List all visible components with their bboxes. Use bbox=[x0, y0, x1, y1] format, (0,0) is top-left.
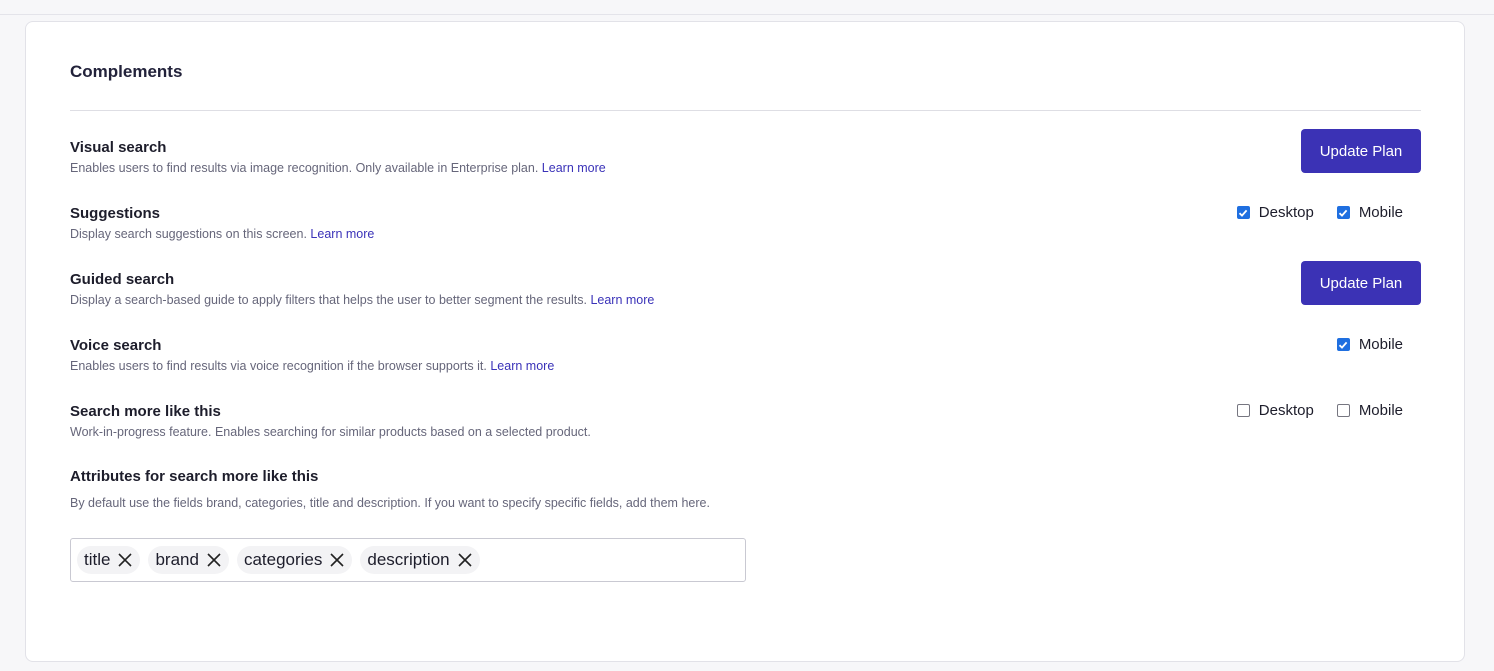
suggestions-mobile-checkbox[interactable] bbox=[1336, 206, 1350, 219]
attributes-description: By default use the fields brand, categor… bbox=[70, 496, 710, 510]
section-title: Complements bbox=[70, 62, 183, 81]
check-icon bbox=[1339, 341, 1348, 349]
remove-tag-icon[interactable] bbox=[456, 551, 474, 569]
suggestions-row: Suggestions Display search suggestions o… bbox=[70, 204, 1421, 255]
voice-search-mobile-checkbox[interactable] bbox=[1336, 338, 1350, 351]
suggestions-mobile-option[interactable]: Mobile bbox=[1336, 204, 1403, 221]
search-more-like-this-mobile-label: Mobile bbox=[1358, 402, 1403, 419]
search-more-like-this-row: Search more like this Work-in-progress f… bbox=[70, 402, 1421, 453]
divider bbox=[70, 110, 1421, 111]
search-more-like-this-desktop-label: Desktop bbox=[1258, 402, 1314, 419]
tag-chip: categories bbox=[236, 546, 353, 574]
tag-chip: description bbox=[360, 546, 480, 574]
tag-label: brand bbox=[155, 550, 199, 569]
search-more-like-this-description: Work-in-progress feature. Enables search… bbox=[70, 425, 591, 439]
suggestions-device-options: Desktop Mobile bbox=[1236, 204, 1403, 221]
guided-search-learn-more-link[interactable]: Learn more bbox=[590, 293, 654, 307]
remove-tag-icon[interactable] bbox=[205, 551, 223, 569]
voice-search-title: Voice search bbox=[70, 337, 162, 354]
attributes-tag-input[interactable]: title brand categories description bbox=[70, 538, 746, 582]
suggestions-desktop-checkbox[interactable] bbox=[1236, 206, 1250, 219]
visual-search-update-plan-button[interactable]: Update Plan bbox=[1301, 129, 1421, 173]
voice-search-learn-more-link[interactable]: Learn more bbox=[490, 359, 554, 373]
tag-label: description bbox=[367, 550, 450, 569]
voice-search-row: Voice search Enables users to find resul… bbox=[70, 336, 1421, 387]
top-bar bbox=[0, 0, 1494, 15]
suggestions-description: Display search suggestions on this scree… bbox=[70, 227, 375, 241]
tag-chip: title bbox=[77, 546, 141, 574]
guided-search-description: Display a search-based guide to apply fi… bbox=[70, 293, 655, 307]
search-more-like-this-desktop-checkbox[interactable] bbox=[1236, 404, 1250, 417]
search-more-like-this-mobile-checkbox[interactable] bbox=[1336, 404, 1350, 417]
suggestions-desktop-label: Desktop bbox=[1258, 204, 1314, 221]
voice-search-mobile-option[interactable]: Mobile bbox=[1336, 336, 1403, 353]
visual-search-row: Visual search Enables users to find resu… bbox=[70, 129, 1421, 189]
tag-label: title bbox=[84, 550, 111, 569]
visual-search-learn-more-link[interactable]: Learn more bbox=[542, 161, 606, 175]
attributes-title: Attributes for search more like this bbox=[70, 468, 319, 485]
guided-search-update-plan-button[interactable]: Update Plan bbox=[1301, 261, 1421, 305]
suggestions-title: Suggestions bbox=[70, 205, 161, 222]
search-more-like-this-mobile-option[interactable]: Mobile bbox=[1336, 402, 1403, 419]
voice-search-device-options: Mobile bbox=[1336, 336, 1403, 353]
tag-chip: brand bbox=[148, 546, 229, 574]
suggestions-learn-more-link[interactable]: Learn more bbox=[310, 227, 374, 241]
guided-search-title: Guided search bbox=[70, 271, 175, 288]
complements-card: Complements Visual search Enables users … bbox=[25, 21, 1465, 662]
visual-search-title: Visual search bbox=[70, 139, 167, 156]
guided-search-row: Guided search Display a search-based gui… bbox=[70, 261, 1421, 321]
voice-search-description: Enables users to find results via voice … bbox=[70, 359, 555, 373]
remove-tag-icon[interactable] bbox=[328, 551, 346, 569]
visual-search-description: Enables users to find results via image … bbox=[70, 161, 606, 175]
search-more-like-this-desktop-option[interactable]: Desktop bbox=[1236, 402, 1314, 419]
voice-search-mobile-label: Mobile bbox=[1358, 336, 1403, 353]
suggestions-mobile-label: Mobile bbox=[1358, 204, 1403, 221]
search-more-like-this-title: Search more like this bbox=[70, 403, 221, 420]
tag-label: categories bbox=[243, 550, 323, 569]
remove-tag-icon[interactable] bbox=[116, 551, 134, 569]
suggestions-desktop-option[interactable]: Desktop bbox=[1236, 204, 1314, 221]
search-more-like-this-device-options: Desktop Mobile bbox=[1236, 402, 1403, 419]
check-icon bbox=[1339, 209, 1348, 217]
check-icon bbox=[1239, 209, 1248, 217]
